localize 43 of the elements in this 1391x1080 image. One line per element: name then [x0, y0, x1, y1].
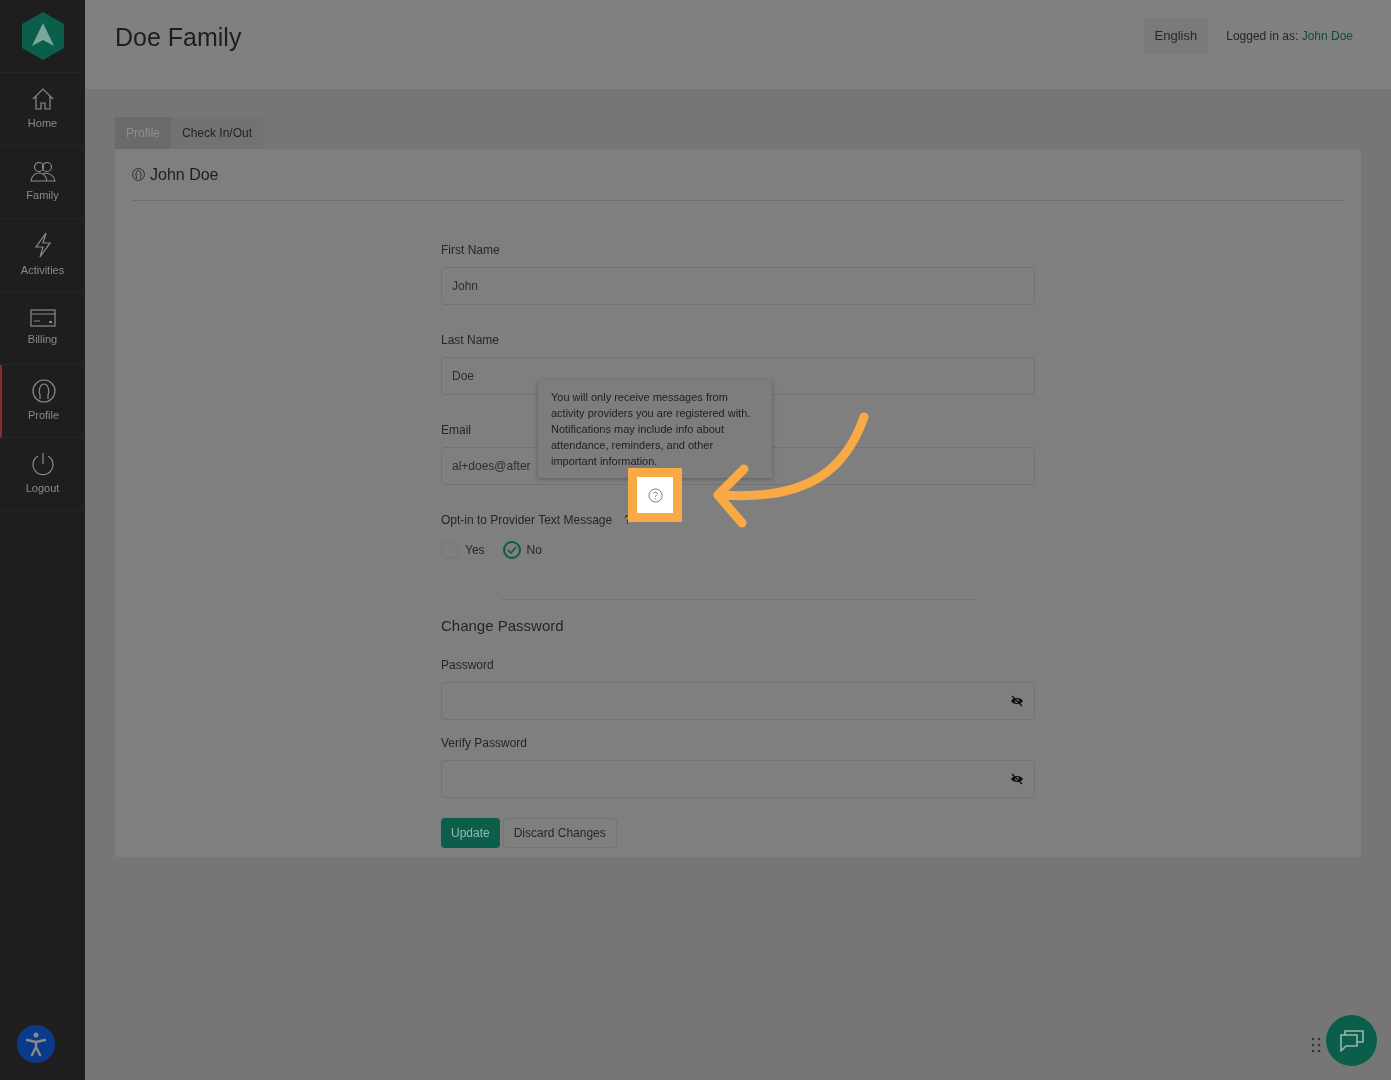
- eye-slash-icon[interactable]: [1010, 772, 1024, 785]
- field-label: Verify Password: [441, 734, 528, 752]
- chat-button[interactable]: [1326, 1015, 1377, 1066]
- profile-name: John Doe: [150, 164, 219, 185]
- sidebar-item[interactable]: Logout: [0, 438, 85, 511]
- help-icon[interactable]: [647, 487, 663, 503]
- radio-label: No: [526, 542, 542, 559]
- lightning-icon: [32, 231, 53, 258]
- login-status: Logged in as: John Doe: [1226, 28, 1353, 45]
- sidebar-item[interactable]: Family: [0, 146, 85, 219]
- people-icon: [29, 160, 56, 183]
- field-label: Password: [441, 656, 494, 674]
- password-field[interactable]: [441, 759, 1035, 798]
- logo-icon: [20, 11, 65, 61]
- drag-handle-icon[interactable]: [1311, 1037, 1321, 1053]
- radio-button[interactable]: [502, 541, 521, 559]
- text-field[interactable]: John: [441, 267, 1035, 305]
- user-icon: [132, 168, 145, 181]
- eye-slash-icon[interactable]: [1010, 694, 1024, 707]
- discard-button[interactable]: Discard Changes: [502, 817, 617, 848]
- power-icon: [30, 451, 55, 476]
- field-label: Last Name: [441, 332, 500, 349]
- password-field[interactable]: [441, 681, 1035, 720]
- chat-icon: [1338, 1028, 1365, 1053]
- page-title: Doe Family: [115, 21, 242, 53]
- user-icon: [31, 378, 56, 403]
- card-icon: [29, 308, 56, 327]
- sidebar-item[interactable]: Profile: [0, 365, 85, 438]
- house-icon: [30, 86, 55, 111]
- radio-label: Yes: [465, 542, 485, 559]
- field-label: Email: [441, 422, 471, 439]
- sidebar-item[interactable]: Activities: [0, 219, 85, 292]
- accessibility-icon: [24, 1031, 48, 1057]
- update-button[interactable]: Update: [441, 817, 500, 848]
- field-label: First Name: [441, 242, 500, 259]
- check-icon: [506, 546, 517, 554]
- section-title: Change Password: [441, 616, 565, 636]
- tab[interactable]: Check In/Out: [171, 117, 264, 149]
- sidebar-item[interactable]: Billing: [0, 292, 85, 365]
- sidebar-item[interactable]: Home: [0, 73, 85, 146]
- field-label: Opt-in to Provider Text Message: [441, 512, 613, 529]
- language-button[interactable]: English: [1143, 17, 1209, 55]
- tooltip: You will only receive messages from activity providers you are registered with. Notifications may include info about attendance, reminders, and other important information.: [538, 380, 772, 478]
